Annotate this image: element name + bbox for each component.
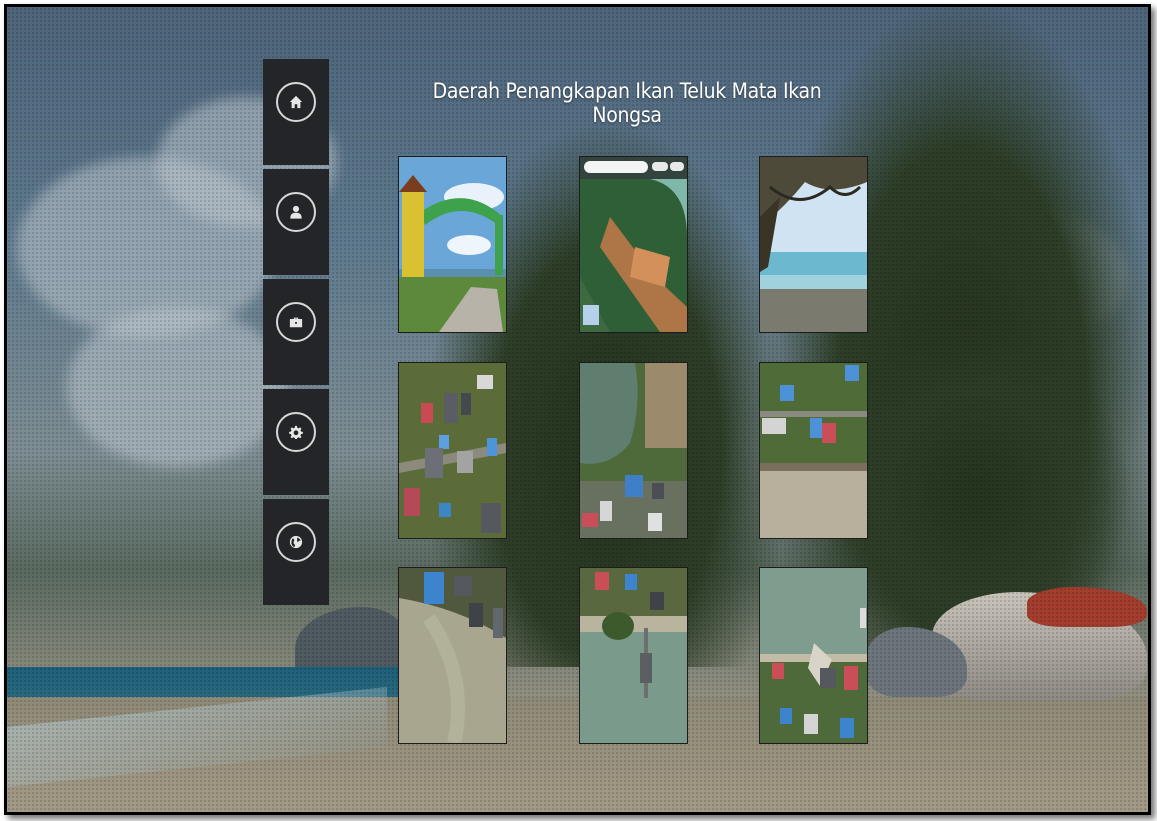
aerial-village-1 <box>399 363 506 538</box>
home-icon <box>276 82 316 122</box>
sidebar-nav <box>263 59 329 605</box>
page-frame: Daerah Penangkapan Ikan Teluk Mata Ikan … <box>4 4 1151 815</box>
user-icon <box>276 192 316 232</box>
globe-icon <box>276 522 316 562</box>
aerial-shore-1 <box>399 568 506 743</box>
beach-tree-photo <box>760 157 867 332</box>
map-screenshot <box>580 157 687 332</box>
sidebar-item-portfolio[interactable] <box>263 279 329 385</box>
gallery-photo-map[interactable] <box>579 156 688 333</box>
gallery-photo-aerial-coast-2[interactable] <box>759 567 868 744</box>
aerial-pier <box>580 568 687 743</box>
sidebar-item-globe[interactable] <box>263 499 329 605</box>
sidebar-item-home[interactable] <box>263 59 329 165</box>
gallery-photo-aerial-pier[interactable] <box>579 567 688 744</box>
gear-icon <box>276 412 316 452</box>
page-title: Daerah Penangkapan Ikan Teluk Mata Ikan … <box>432 79 822 127</box>
background-dot-overlay <box>7 7 1148 812</box>
aerial-coast-2 <box>760 568 867 743</box>
gallery-photo-aerial-coast-1[interactable] <box>759 362 868 539</box>
gallery-photo-gate[interactable] <box>398 156 507 333</box>
sidebar-item-settings[interactable] <box>263 389 329 495</box>
gallery-photo-aerial-pond[interactable] <box>579 362 688 539</box>
briefcase-icon <box>276 302 316 342</box>
gate-photo <box>399 157 506 332</box>
sidebar-item-profile[interactable] <box>263 169 329 275</box>
aerial-coast-1 <box>760 363 867 538</box>
gallery-photo-aerial-village-1[interactable] <box>398 362 507 539</box>
gallery-photo-beach-tree[interactable] <box>759 156 868 333</box>
gallery-photo-aerial-shore-1[interactable] <box>398 567 507 744</box>
aerial-pond <box>580 363 687 538</box>
